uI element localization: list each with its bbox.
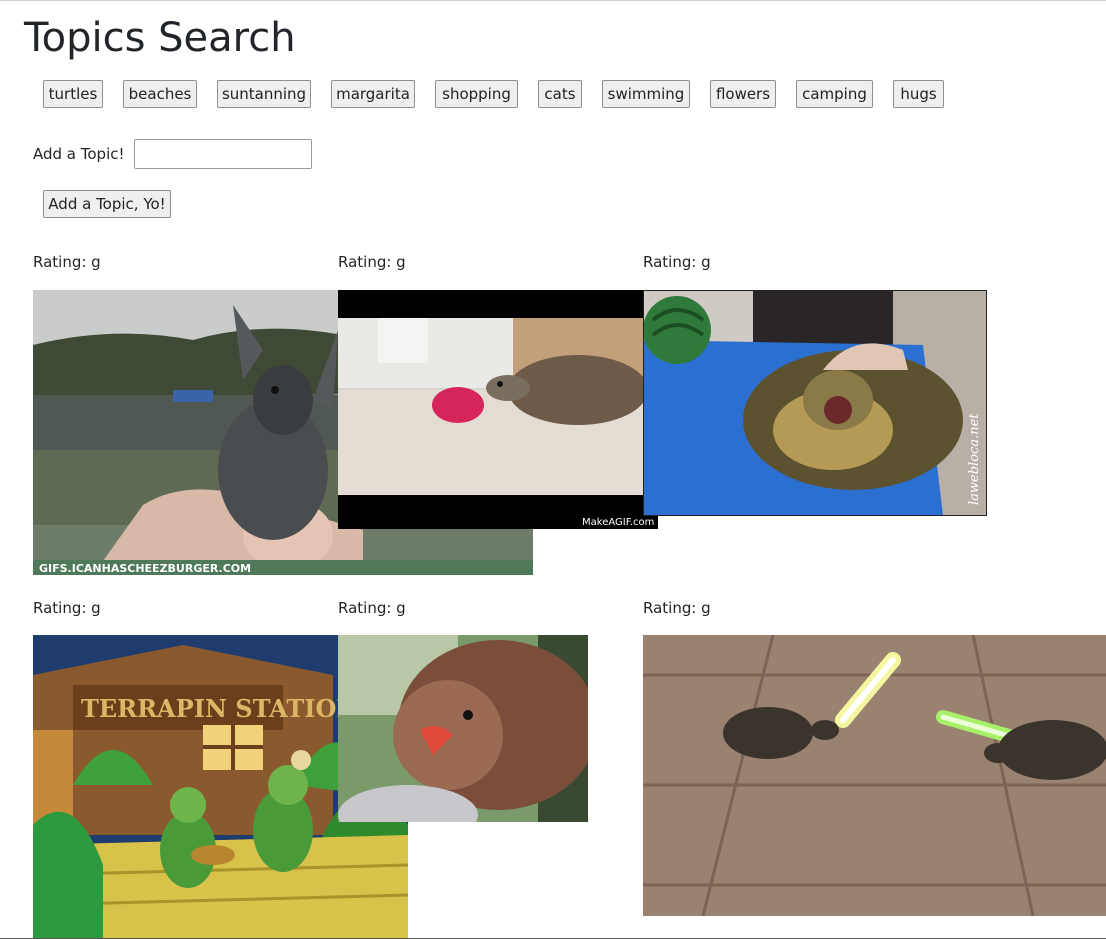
turtle-gif-5[interactable] <box>338 635 588 822</box>
turtle-gif-2[interactable]: MakeAGIF.com <box>338 290 658 529</box>
gif-rating-5: Rating: g <box>338 599 406 617</box>
topic-button-suntanning[interactable]: suntanning <box>217 80 311 108</box>
topic-button-hugs[interactable]: hugs <box>893 80 944 108</box>
topic-button-camping[interactable]: camping <box>796 80 873 108</box>
topic-button-beaches[interactable]: beaches <box>123 80 197 108</box>
gif-rating-6: Rating: g <box>643 599 711 617</box>
add-topic-input[interactable] <box>134 139 312 169</box>
topic-button-swimming[interactable]: swimming <box>602 80 690 108</box>
topic-button-turtles[interactable]: turtles <box>43 80 103 108</box>
turtle-gif-3[interactable]: lawebloca.net <box>643 290 987 516</box>
gif-watermark: MakeAGIF.com <box>582 517 654 528</box>
gif-rating-1: Rating: g <box>33 253 101 271</box>
topic-button-margarita[interactable]: margarita <box>331 80 415 108</box>
topic-button-flowers[interactable]: flowers <box>710 80 776 108</box>
gif-watermark: lawebloca.net <box>967 413 982 505</box>
add-topic-label: Add a Topic! <box>33 145 125 163</box>
turtle-gif-6[interactable] <box>643 635 1106 916</box>
gif-rating-2: Rating: g <box>338 253 406 271</box>
topic-button-shopping[interactable]: shopping <box>435 80 518 108</box>
page-title: Topics Search <box>24 15 296 61</box>
gif-rating-4: Rating: g <box>33 599 101 617</box>
gif-watermark: GIFS.ICANHASCHEEZBURGER.COM <box>39 562 251 575</box>
gif-rating-3: Rating: g <box>643 253 711 271</box>
top-border <box>0 0 1106 1</box>
sign-text: TERRAPIN STATION <box>81 694 358 723</box>
topic-button-cats[interactable]: cats <box>538 80 582 108</box>
add-topic-button[interactable]: Add a Topic, Yo! <box>43 190 171 218</box>
